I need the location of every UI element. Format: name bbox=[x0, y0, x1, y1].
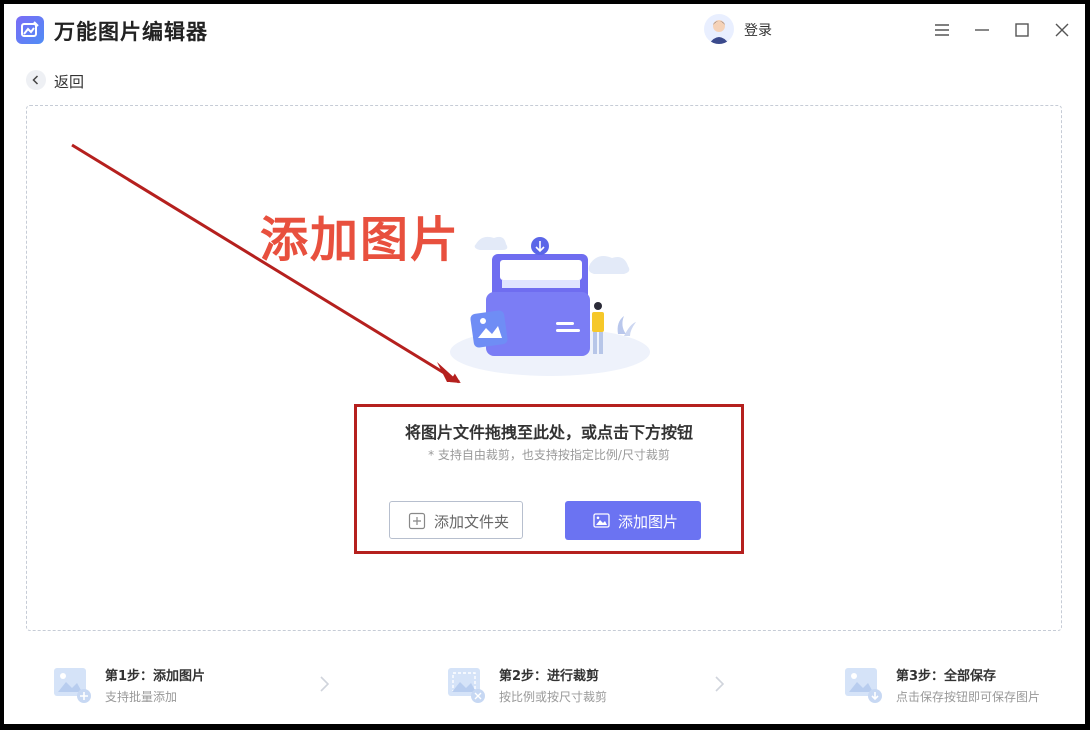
step-2: 第2步：进行裁剪 按比例或按尺寸裁剪 bbox=[446, 660, 746, 710]
step-3-title: 第3步：全部保存 bbox=[896, 669, 997, 684]
annotation-highlight-box bbox=[354, 404, 744, 554]
step-3: 第3步：全部保存 点击保存按钮即可保存图片 bbox=[843, 660, 1073, 710]
app-window: 万能图片编辑器 登录 返回 将图片文件拖拽至此处，或点击下方按钮 * 支持自由裁… bbox=[4, 4, 1085, 724]
step-1-title: 第1步：添加图片 bbox=[105, 669, 206, 684]
chevron-right-icon bbox=[715, 676, 725, 692]
step-3-desc: 点击保存按钮即可保存图片 bbox=[896, 690, 1041, 704]
chevron-right-icon bbox=[320, 676, 330, 692]
add-image-icon bbox=[54, 668, 91, 703]
step-1: 第1步：添加图片 支持批量添加 bbox=[52, 660, 352, 710]
step-2-desc: 按比例或按尺寸裁剪 bbox=[499, 690, 608, 704]
crop-image-icon bbox=[448, 668, 485, 703]
save-image-icon bbox=[845, 668, 882, 703]
annotation-arrow-icon bbox=[71, 143, 461, 384]
annotation-label: 添加图片 bbox=[260, 212, 461, 268]
step-1-desc: 支持批量添加 bbox=[105, 690, 178, 704]
step-2-title: 第2步：进行裁剪 bbox=[499, 669, 600, 684]
